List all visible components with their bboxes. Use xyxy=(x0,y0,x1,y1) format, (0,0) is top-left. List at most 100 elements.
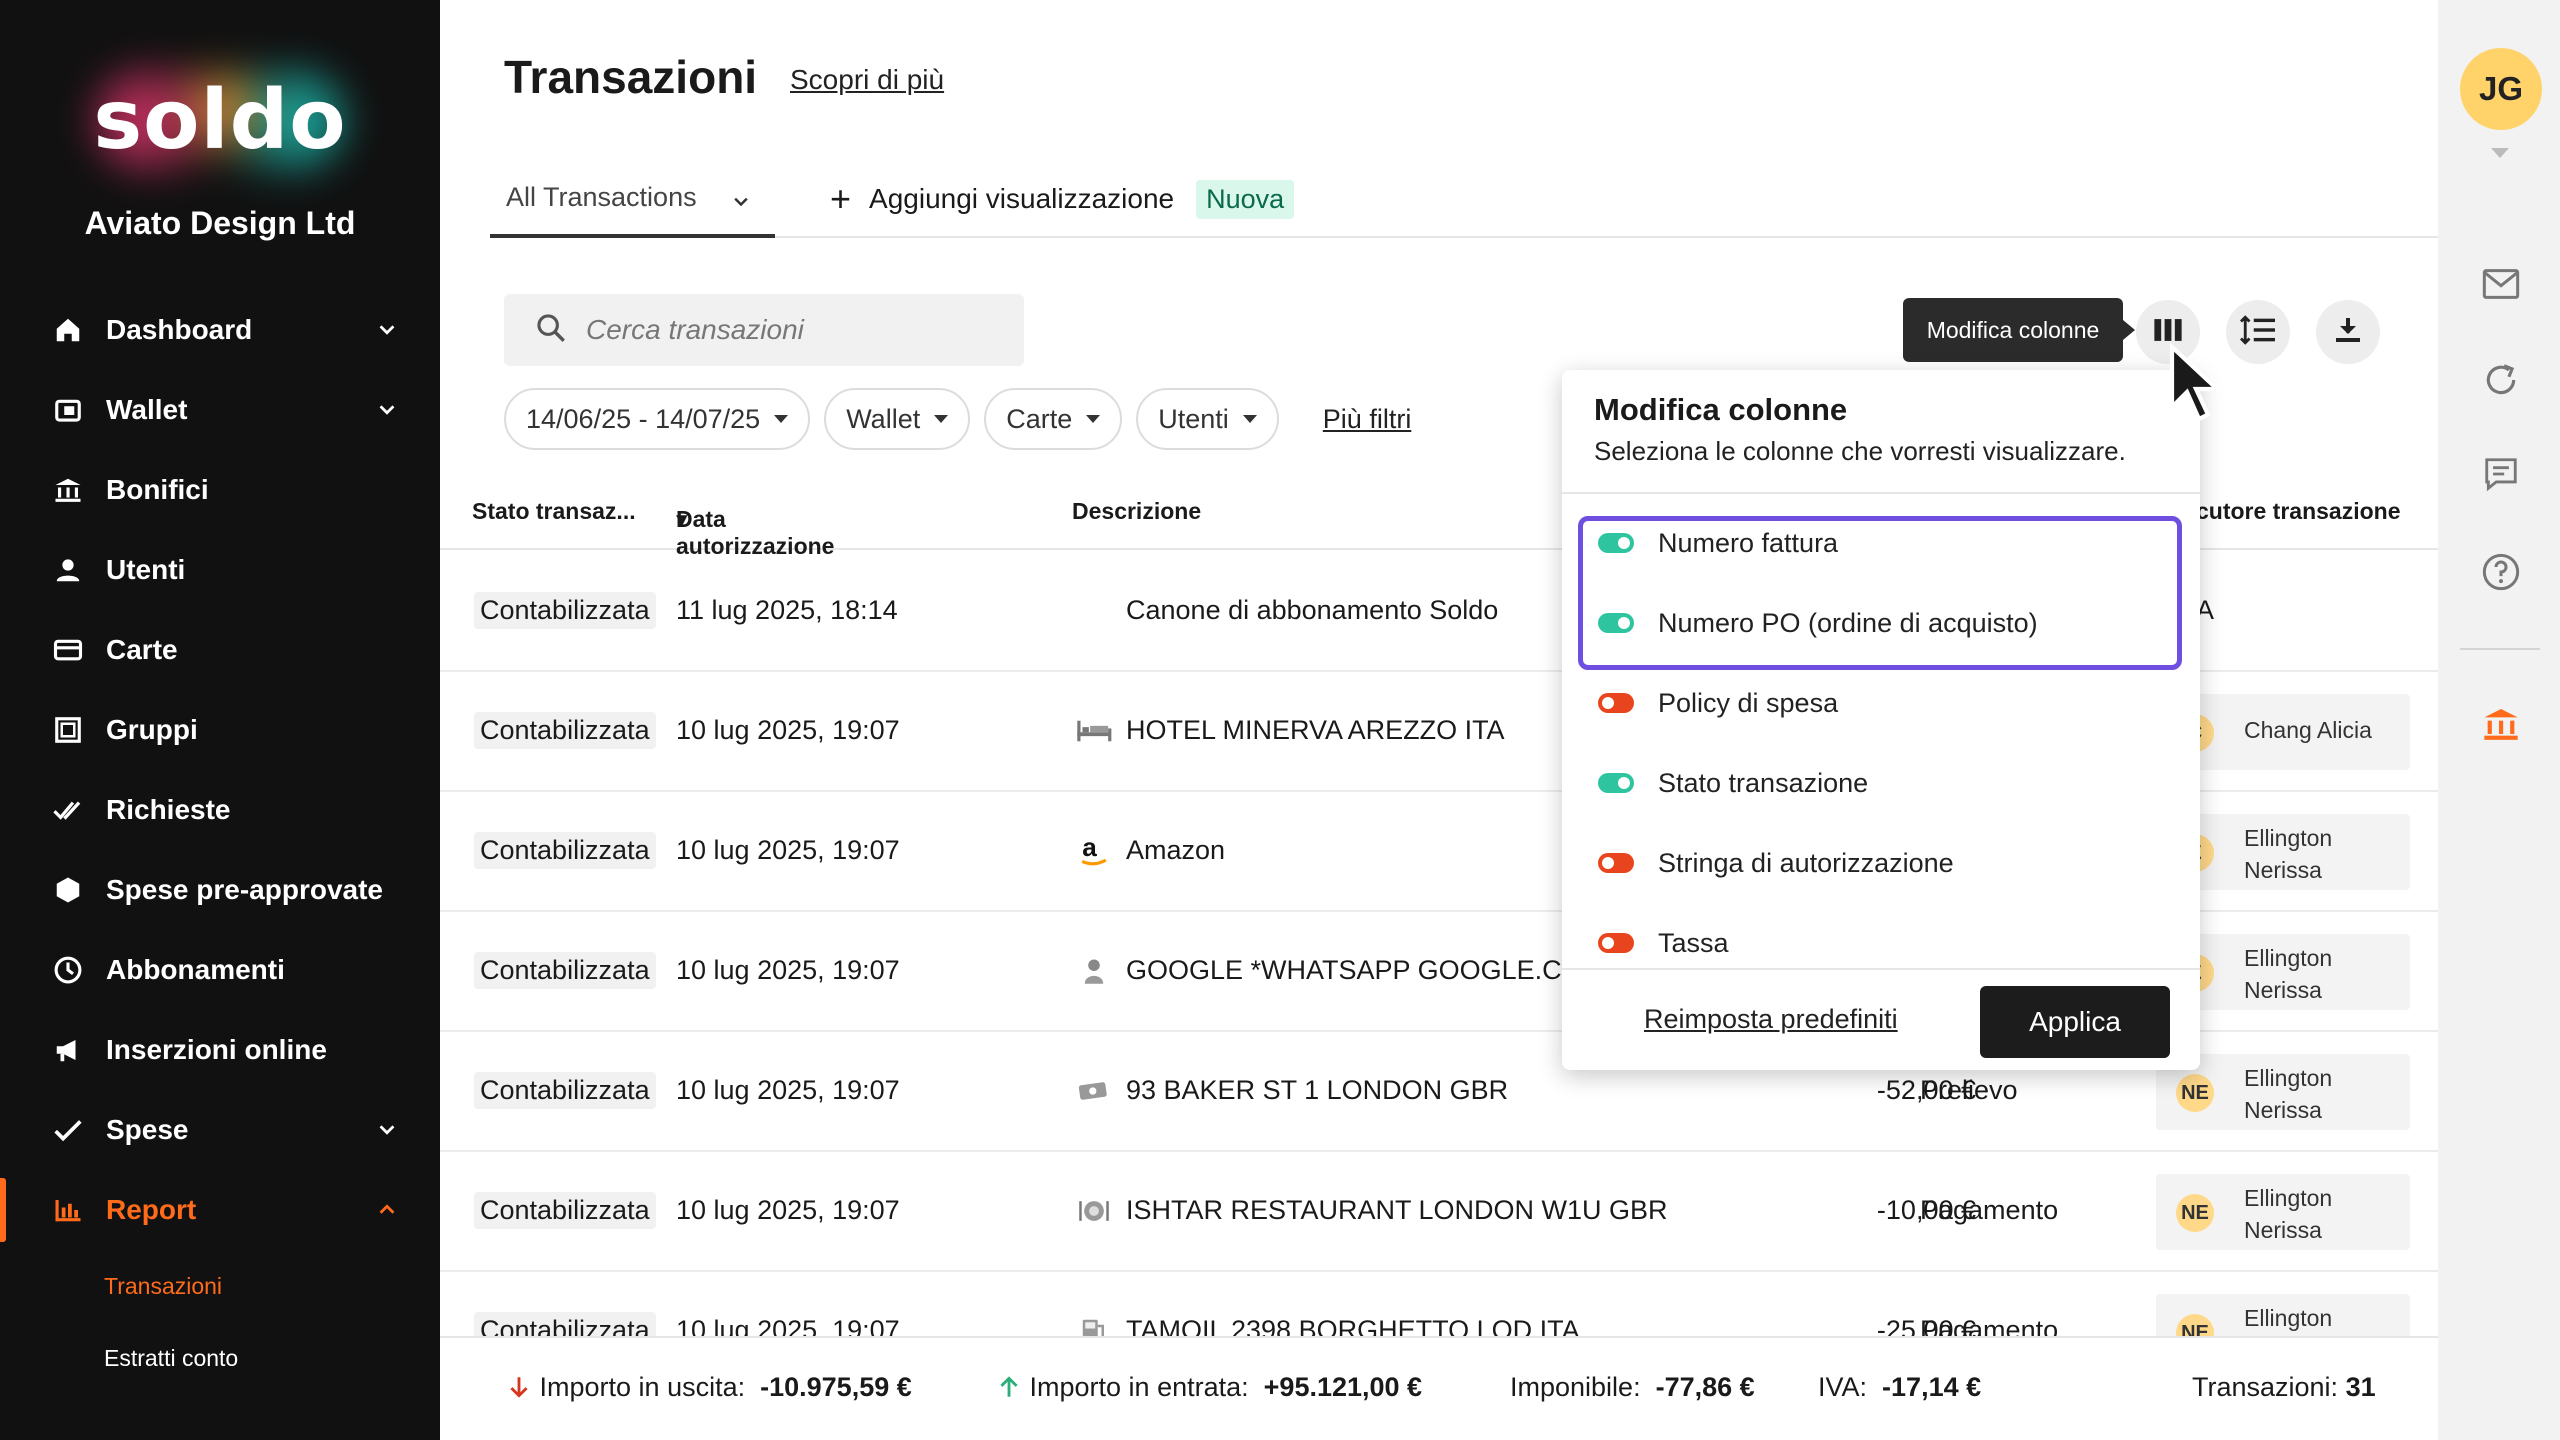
status-badge: Contabilizzata xyxy=(474,832,656,869)
add-view-button[interactable]: + Aggiungi visualizzazione Nuova xyxy=(830,160,1295,238)
apply-button[interactable]: Applica xyxy=(1980,986,2170,1058)
more-filters-link[interactable]: Più filtri xyxy=(1323,404,1412,435)
column-option-transaction-status[interactable]: Stato transazione xyxy=(1598,763,1868,803)
search-input[interactable]: Cerca transazioni xyxy=(504,294,1024,366)
users-filter[interactable]: Utenti xyxy=(1136,388,1279,450)
toggle-switch[interactable] xyxy=(1598,773,1634,793)
sidebar-item-spese[interactable]: Spese xyxy=(0,1090,440,1170)
column-option-spend-policy[interactable]: Policy di spesa xyxy=(1598,683,1838,723)
executor-name: Ellington Nerissa xyxy=(2244,825,2333,883)
incoming-total: Importo in entrata: +95.121,00 € xyxy=(996,1372,1422,1403)
executor-name: Ellington Nerissa xyxy=(2244,945,2333,1003)
sidebar-item-richieste[interactable]: Richieste xyxy=(0,770,440,850)
page-title: Transazioni xyxy=(504,51,758,103)
chevron-down-icon[interactable] xyxy=(376,316,398,348)
row-description: ISHTAR RESTAURANT LONDON W1U GBR xyxy=(1126,1195,1668,1225)
toggle-switch[interactable] xyxy=(1598,693,1634,713)
row-date: 11 lug 2025, 18:14 xyxy=(676,595,898,625)
soldo-logo[interactable]: soldo xyxy=(70,55,370,185)
sidebar-item-label: Wallet xyxy=(106,394,188,425)
caret-down-icon[interactable] xyxy=(2491,148,2509,158)
amazon-icon: a xyxy=(1076,834,1112,868)
wallet-filter[interactable]: Wallet xyxy=(824,388,971,450)
refresh-icon[interactable] xyxy=(2479,358,2523,402)
cards-filter[interactable]: Carte xyxy=(984,388,1123,450)
row-type: Prelievo xyxy=(1920,1075,2018,1105)
count-value: 31 xyxy=(2345,1372,2376,1402)
chevron-down-icon[interactable] xyxy=(731,188,751,219)
sidebar-item-label: Spese xyxy=(106,1114,189,1145)
outgoing-total: Importo in uscita: -10.975,59 € xyxy=(506,1372,912,1403)
user-icon xyxy=(50,552,86,588)
mail-icon[interactable] xyxy=(2479,262,2523,306)
vat-total: IVA: -17,14 € xyxy=(1818,1372,1981,1403)
toggle-switch[interactable] xyxy=(1598,933,1634,953)
restaurant-icon xyxy=(1076,1194,1112,1228)
divider xyxy=(1562,968,2200,970)
sidebar-item-carte[interactable]: Carte xyxy=(0,610,440,690)
filter-label: Carte xyxy=(1006,403,1073,434)
count-label: Transazioni: xyxy=(2192,1372,2339,1402)
caret-down-icon xyxy=(1242,415,1257,423)
shield-icon xyxy=(50,872,86,908)
status-badge: Contabilizzata xyxy=(474,592,656,629)
search-icon xyxy=(534,311,568,350)
date-range-filter[interactable]: 14/06/25 - 14/07/25 xyxy=(504,388,811,450)
reset-defaults-link[interactable]: Reimposta predefiniti xyxy=(1644,1004,1898,1035)
toggle-switch[interactable] xyxy=(1598,533,1634,553)
status-badge: Contabilizzata xyxy=(474,1072,656,1109)
status-badge: Contabilizzata xyxy=(474,712,656,749)
learn-more-link[interactable]: Scopri di più xyxy=(790,64,944,96)
toggle-switch[interactable] xyxy=(1598,613,1634,633)
sidebar-item-label: Carte xyxy=(106,634,178,665)
sidebar-item-dashboard[interactable]: Dashboard xyxy=(0,290,440,370)
column-option-invoice-number[interactable]: Numero fattura xyxy=(1598,523,1838,563)
caret-down-icon xyxy=(934,415,949,423)
table-row[interactable]: Contabilizzata 10 lug 2025, 19:07 ISHTAR… xyxy=(440,1152,2438,1272)
row-description: GOOGLE *WHATSAPP GOOGLE.CON xyxy=(1126,955,1603,985)
sidebar-item-wallet[interactable]: Wallet xyxy=(0,370,440,450)
col-header-status[interactable]: Stato transaz... xyxy=(472,498,636,525)
sidebar-item-inserzioni-online[interactable]: Inserzioni online xyxy=(0,1010,440,1090)
sidebar-subitem-transazioni[interactable]: Transazioni xyxy=(0,1250,440,1322)
sidebar-subitem-estratti-conto[interactable]: Estratti conto xyxy=(0,1322,440,1394)
divider xyxy=(1562,492,2200,494)
row-date: 10 lug 2025, 19:07 xyxy=(676,835,900,865)
column-option-tax[interactable]: Tassa xyxy=(1598,923,1729,963)
toggle-switch[interactable] xyxy=(1598,853,1634,873)
row-type: Pagamento xyxy=(1920,1195,2059,1225)
sidebar-item-report[interactable]: Report xyxy=(0,1170,440,1250)
tab-all-transactions[interactable]: All Transactions xyxy=(490,160,775,238)
chat-icon[interactable] xyxy=(2479,452,2523,496)
col-header-executor[interactable]: cutore transazione xyxy=(2196,498,2401,525)
bank-icon[interactable] xyxy=(2479,702,2523,746)
filter-label: Utenti xyxy=(1158,403,1229,434)
help-icon[interactable] xyxy=(2479,550,2523,594)
tab-label: All Transactions xyxy=(506,181,697,212)
sidebar-item-spese-pre-approvate[interactable]: Spese pre-approvate xyxy=(0,850,440,930)
user-avatar[interactable]: JG xyxy=(2460,48,2542,130)
sidebar-item-bonifici[interactable]: Bonifici xyxy=(0,450,440,530)
right-rail: JG xyxy=(2438,0,2560,1440)
caret-down-icon xyxy=(774,415,789,423)
sidebar-item-utenti[interactable]: Utenti xyxy=(0,530,440,610)
sidebar-item-label: Utenti xyxy=(106,554,186,585)
row-description: 93 BAKER ST 1 LONDON GBR xyxy=(1126,1075,1509,1105)
avatar: NE xyxy=(2176,1074,2214,1112)
chevron-down-icon[interactable] xyxy=(376,1116,398,1148)
option-label: Tassa xyxy=(1658,927,1729,958)
chevron-up-icon[interactable] xyxy=(376,1196,398,1228)
column-option-auth-string[interactable]: Stringa di autorizzazione xyxy=(1598,843,1954,883)
sidebar-item-abbonamenti[interactable]: Abbonamenti xyxy=(0,930,440,1010)
avatar: NE xyxy=(2176,1194,2214,1232)
vat-value: -17,14 € xyxy=(1882,1372,1982,1402)
col-header-description[interactable]: Descrizione xyxy=(1072,498,1201,525)
sidebar-item-label: Report xyxy=(106,1194,197,1225)
option-label: Policy di spesa xyxy=(1658,687,1839,718)
vat-label: IVA: xyxy=(1818,1372,1868,1402)
sidebar-item-gruppi[interactable]: Gruppi xyxy=(0,690,440,770)
chevron-down-icon[interactable] xyxy=(376,396,398,428)
column-option-po-number[interactable]: Numero PO (ordine di acquisto) xyxy=(1598,603,2038,643)
download-button[interactable] xyxy=(2316,300,2380,364)
executor-chip[interactable]: NE Ellington Nerissa xyxy=(2156,1174,2410,1250)
